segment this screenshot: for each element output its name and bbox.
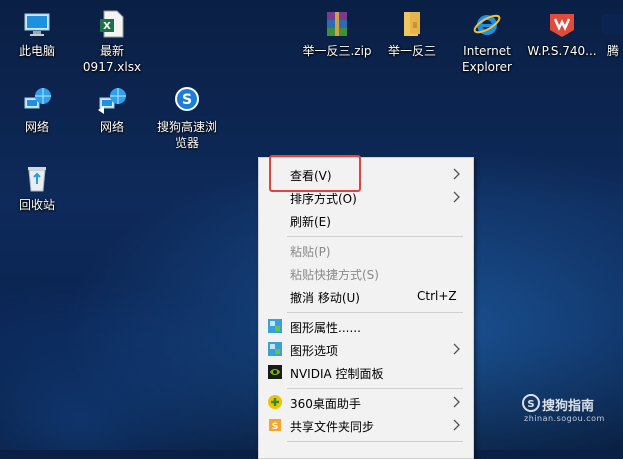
desktop-icon-sogou-browser[interactable]: S 搜狗高速浏 览器: [147, 84, 227, 151]
intel-graphics-icon: [268, 319, 282, 333]
menu-item-label: 撤消 移动(U): [290, 291, 360, 305]
menu-item-paste-shortcut[interactable]: 粘贴快捷方式(S): [259, 262, 473, 284]
menu-separator: [287, 236, 463, 237]
annotation-highlight-box: [269, 155, 361, 192]
watermark-title: 搜狗指南: [542, 399, 595, 414]
menu-item-360-desktop-helper[interactable]: 360桌面助手: [259, 391, 473, 413]
desktop[interactable]: 此电脑 X 最新 0917.xlsx 举一反三.zip 举一反三 Interne…: [0, 0, 623, 459]
computer-icon: [24, 13, 50, 36]
folder-icon: [404, 12, 420, 36]
recycle-bin-icon: [28, 167, 46, 192]
desktop-icon-excel-file[interactable]: X 最新 0917.xlsx: [72, 8, 152, 75]
sogou-guide-watermark: S 搜狗指南 zhinan.sogou.com: [520, 392, 620, 432]
menu-separator: [287, 441, 463, 442]
desktop-icon-network-2[interactable]: 网络: [72, 84, 152, 135]
chevron-right-icon: [453, 343, 460, 355]
desktop-icon-label: 此电脑: [18, 44, 55, 58]
desktop-icon-label: 最新 0917.xlsx: [82, 44, 142, 74]
chevron-right-icon: [453, 419, 460, 431]
excel-file-icon: X: [100, 10, 124, 38]
menu-item-graphics-options[interactable]: 图形选项: [259, 338, 473, 360]
sogou-logo-icon: S: [522, 394, 540, 412]
chevron-right-icon: [453, 191, 460, 203]
desktop-icon-network-1[interactable]: 网络: [0, 84, 77, 135]
desktop-icon-recycle-bin[interactable]: 回收站: [0, 162, 77, 213]
intel-graphics-icon: [268, 342, 282, 356]
desktop-icon-label: 回收站: [18, 198, 55, 212]
menu-item-paste[interactable]: 粘贴(P): [259, 239, 473, 261]
chevron-right-icon: [453, 168, 460, 180]
menu-item-graphics-properties[interactable]: 图形属性......: [259, 315, 473, 337]
desktop-icon-internet-explorer[interactable]: Internet Explorer: [447, 8, 527, 75]
winrar-archive-icon: [327, 12, 347, 36]
desktop-icon-label: 举一反三.zip: [302, 44, 372, 58]
internet-explorer-icon: [473, 14, 501, 35]
menu-item-label: 粘贴快捷方式(S): [290, 268, 379, 282]
desktop-icon-label: Internet Explorer: [462, 44, 512, 74]
desktop-icon-folder[interactable]: 举一反三: [372, 8, 452, 59]
svg-text:S: S: [272, 422, 278, 432]
menu-item-label: 刷新(E): [290, 215, 331, 229]
menu-item-label: 排序方式(O): [290, 192, 357, 206]
menu-item-undo-move[interactable]: 撤消 移动(U) Ctrl+Z: [259, 285, 473, 307]
menu-item-shortcut: Ctrl+Z: [417, 289, 457, 303]
svg-text:X: X: [103, 21, 111, 32]
desktop-icon-this-pc[interactable]: 此电脑: [0, 8, 77, 59]
sogou-browser-icon: S: [175, 87, 199, 111]
menu-item-shared-folder-sync[interactable]: S 共享文件夹同步: [259, 414, 473, 436]
network-icon: [24, 88, 51, 109]
desktop-icon-label: 举一反三: [387, 44, 436, 58]
menu-item-label: 共享文件夹同步: [290, 420, 375, 434]
desktop-icon-label: 腾: [606, 44, 619, 58]
menu-item-label: NVIDIA 控制面板: [290, 367, 384, 381]
desktop-icon-tencent[interactable]: 腾: [573, 8, 623, 59]
menu-item-label: 图形属性......: [290, 321, 361, 335]
svg-text:S: S: [182, 92, 192, 108]
menu-item-refresh[interactable]: 刷新(E): [259, 209, 473, 231]
menu-item-label: 粘贴(P): [290, 245, 331, 259]
desktop-context-menu: 查看(V) 排序方式(O) 刷新(E) 粘贴(P) 粘贴快捷方式(S) 撤消 移…: [258, 157, 474, 459]
share-sync-icon: S: [269, 419, 281, 432]
desktop-icon-label: 网络: [99, 120, 124, 134]
menu-separator: [287, 388, 463, 389]
svg-text:S: S: [527, 399, 534, 410]
menu-item-label: 360桌面助手: [290, 397, 361, 411]
network-icon: [98, 88, 126, 114]
menu-separator: [287, 312, 463, 313]
watermark-url: zhinan.sogou.com: [524, 414, 605, 423]
menu-item-label: 图形选项: [290, 344, 339, 358]
desktop-icon-label: 搜狗高速浏 览器: [156, 120, 217, 150]
menu-item-nvidia-control-panel[interactable]: NVIDIA 控制面板: [259, 361, 473, 383]
desktop-icon-label: 网络: [24, 120, 49, 134]
chevron-right-icon: [453, 396, 460, 408]
nvidia-icon: [268, 365, 282, 379]
360-icon: [268, 395, 282, 409]
desktop-icon-zip-archive[interactable]: 举一反三.zip: [297, 8, 377, 59]
tencent-icon: [601, 14, 623, 34]
